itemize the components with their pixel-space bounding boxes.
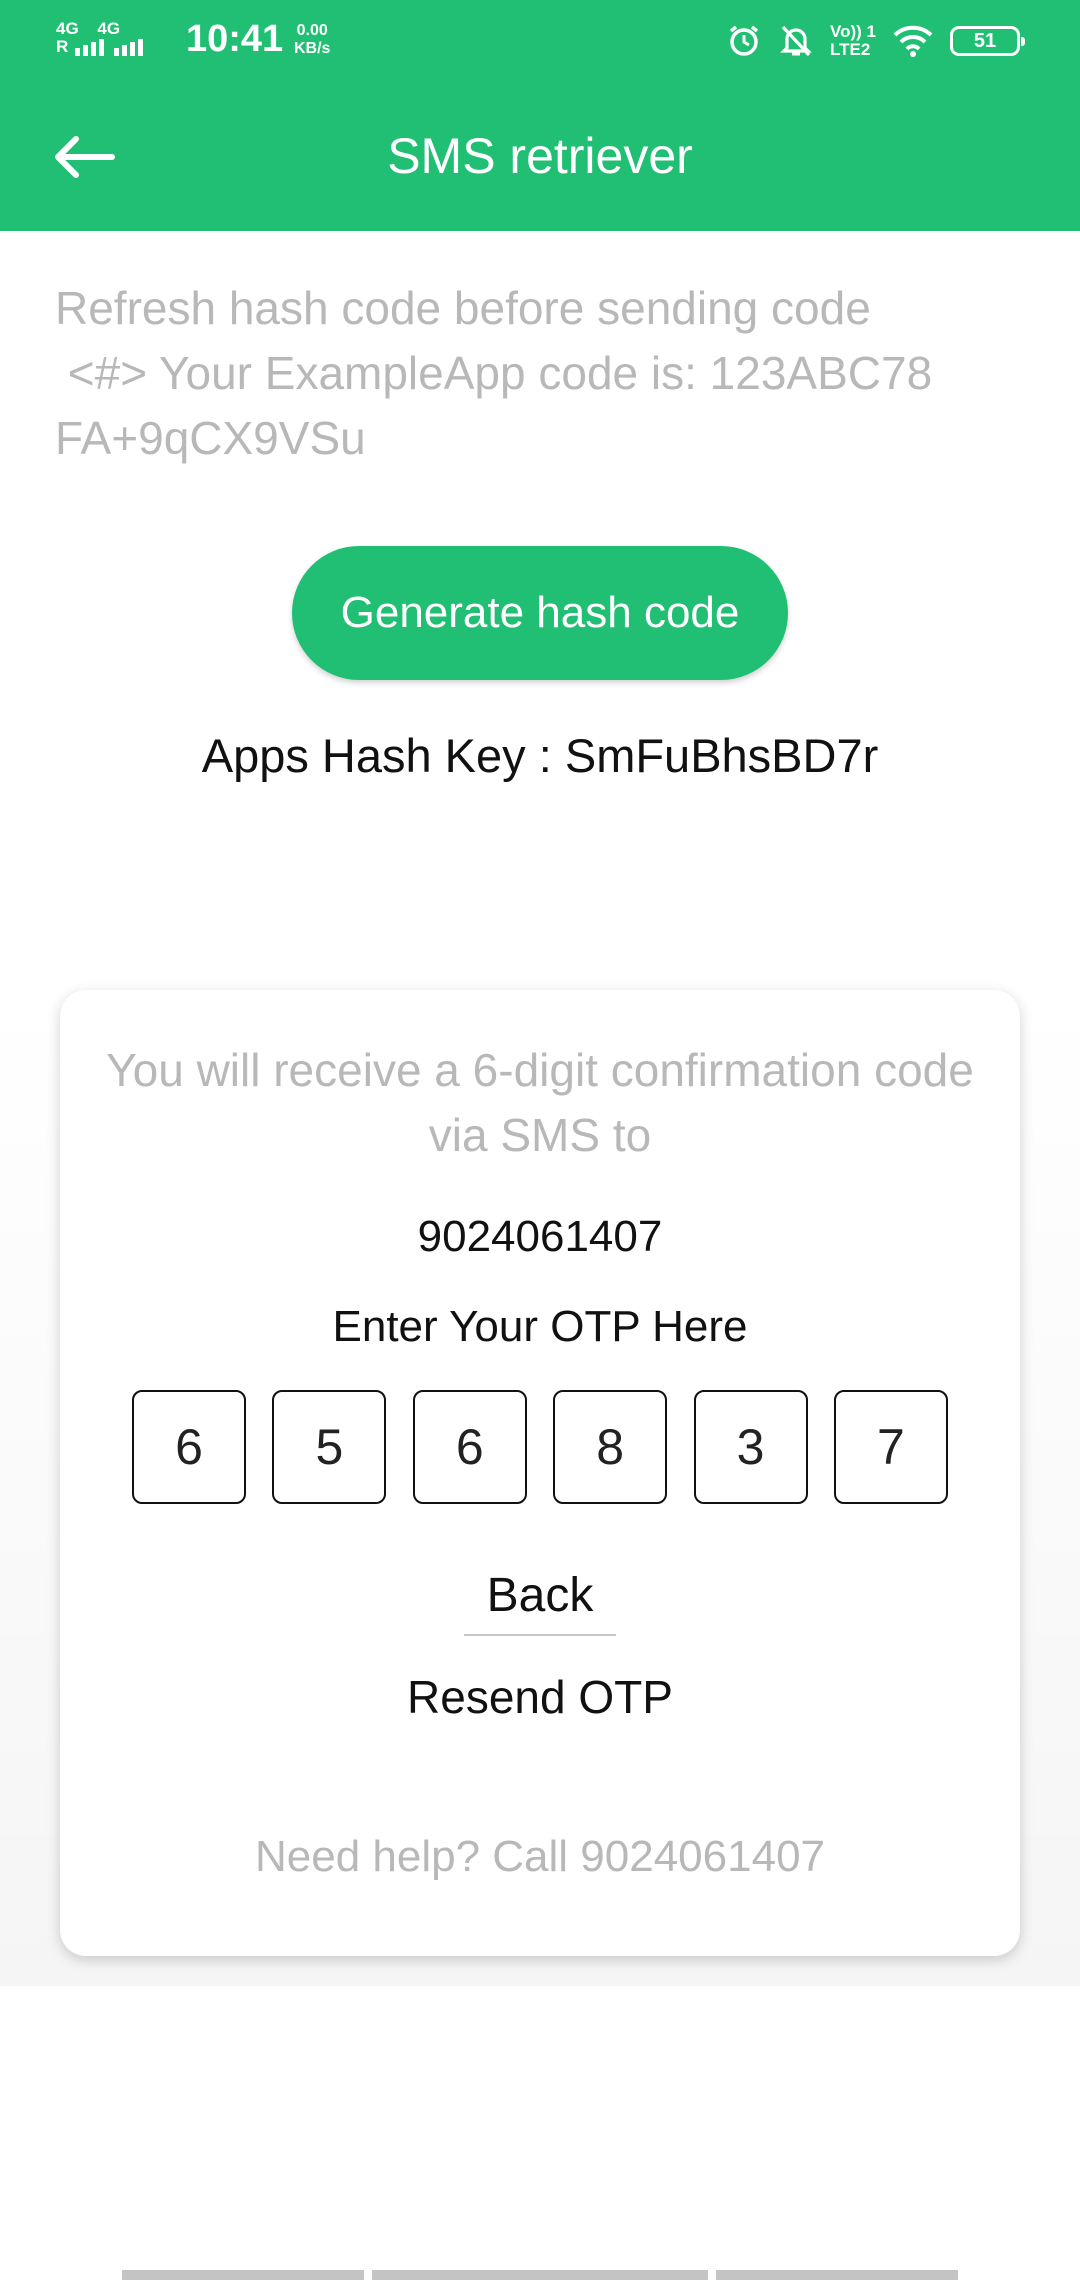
help-text[interactable]: Need help? Call 9024061407 (60, 1832, 1020, 1882)
network-2-label: 4G (97, 19, 121, 38)
otp-digit-4[interactable]: 8 (553, 1390, 668, 1504)
otp-digit-1[interactable]: 6 (132, 1390, 246, 1504)
otp-heading: Enter Your OTP Here (332, 1302, 748, 1351)
phone-number: 9024061407 (417, 1212, 663, 1261)
speed-unit: KB/s (294, 40, 331, 57)
signal-icon (75, 38, 107, 56)
volte-top: Vo)) 1 (830, 22, 876, 41)
otp-digit-6[interactable]: 7 (833, 1390, 948, 1504)
nav-segment-right[interactable] (716, 2270, 958, 2280)
nav-segment-left[interactable] (122, 2270, 364, 2280)
battery-level: 51 (973, 29, 997, 52)
network-1-label: 4G (56, 19, 79, 38)
page-title: SMS retriever (387, 128, 693, 184)
hash-key-label: Apps Hash Key : SmFuBhsBD7r (201, 729, 879, 782)
nav-segment-center[interactable] (372, 2270, 708, 2280)
generate-hash-button[interactable]: Generate hash code (292, 546, 788, 680)
back-button[interactable]: Back (464, 1556, 616, 1636)
status-icons: Vo)) 1 LTE2 51 (726, 18, 1025, 64)
otp-input-row: 6 5 6 8 3 7 (132, 1390, 948, 1504)
battery-icon: 51 (950, 26, 1025, 56)
speed-value: 0.00 (296, 22, 328, 39)
volte-indicator: Vo)) 1 LTE2 (830, 23, 876, 59)
confirmation-message: You will receive a 6-digit confirmation … (106, 1044, 974, 1161)
otp-digit-2[interactable]: 5 (272, 1390, 387, 1504)
network-indicator: 4G 4G R (56, 20, 146, 56)
alarm-icon (726, 23, 762, 59)
resend-otp-button[interactable]: Resend OTP (60, 1670, 1020, 1724)
bell-off-icon (778, 23, 814, 59)
network-speed: 0.00 KB/s (294, 22, 330, 58)
navigation-bar (0, 2266, 1080, 2280)
volte-bottom: LTE2 (830, 40, 871, 59)
app-bar: SMS retriever (0, 82, 1080, 231)
otp-digit-5[interactable]: 3 (693, 1390, 808, 1504)
status-bar: 4G 4G R 10:41 0.00 KB/s Vo)) 1 LTE2 51 (0, 0, 1080, 82)
status-time: 10:41 (186, 18, 284, 60)
wifi-icon (892, 23, 934, 59)
hash-info-text: Refresh hash code before sending code <#… (55, 282, 933, 464)
signal-2-icon (113, 38, 146, 56)
roaming-label: R (56, 37, 69, 56)
otp-card: You will receive a 6-digit confirmation … (60, 990, 1020, 1956)
otp-digit-3[interactable]: 6 (412, 1390, 527, 1504)
